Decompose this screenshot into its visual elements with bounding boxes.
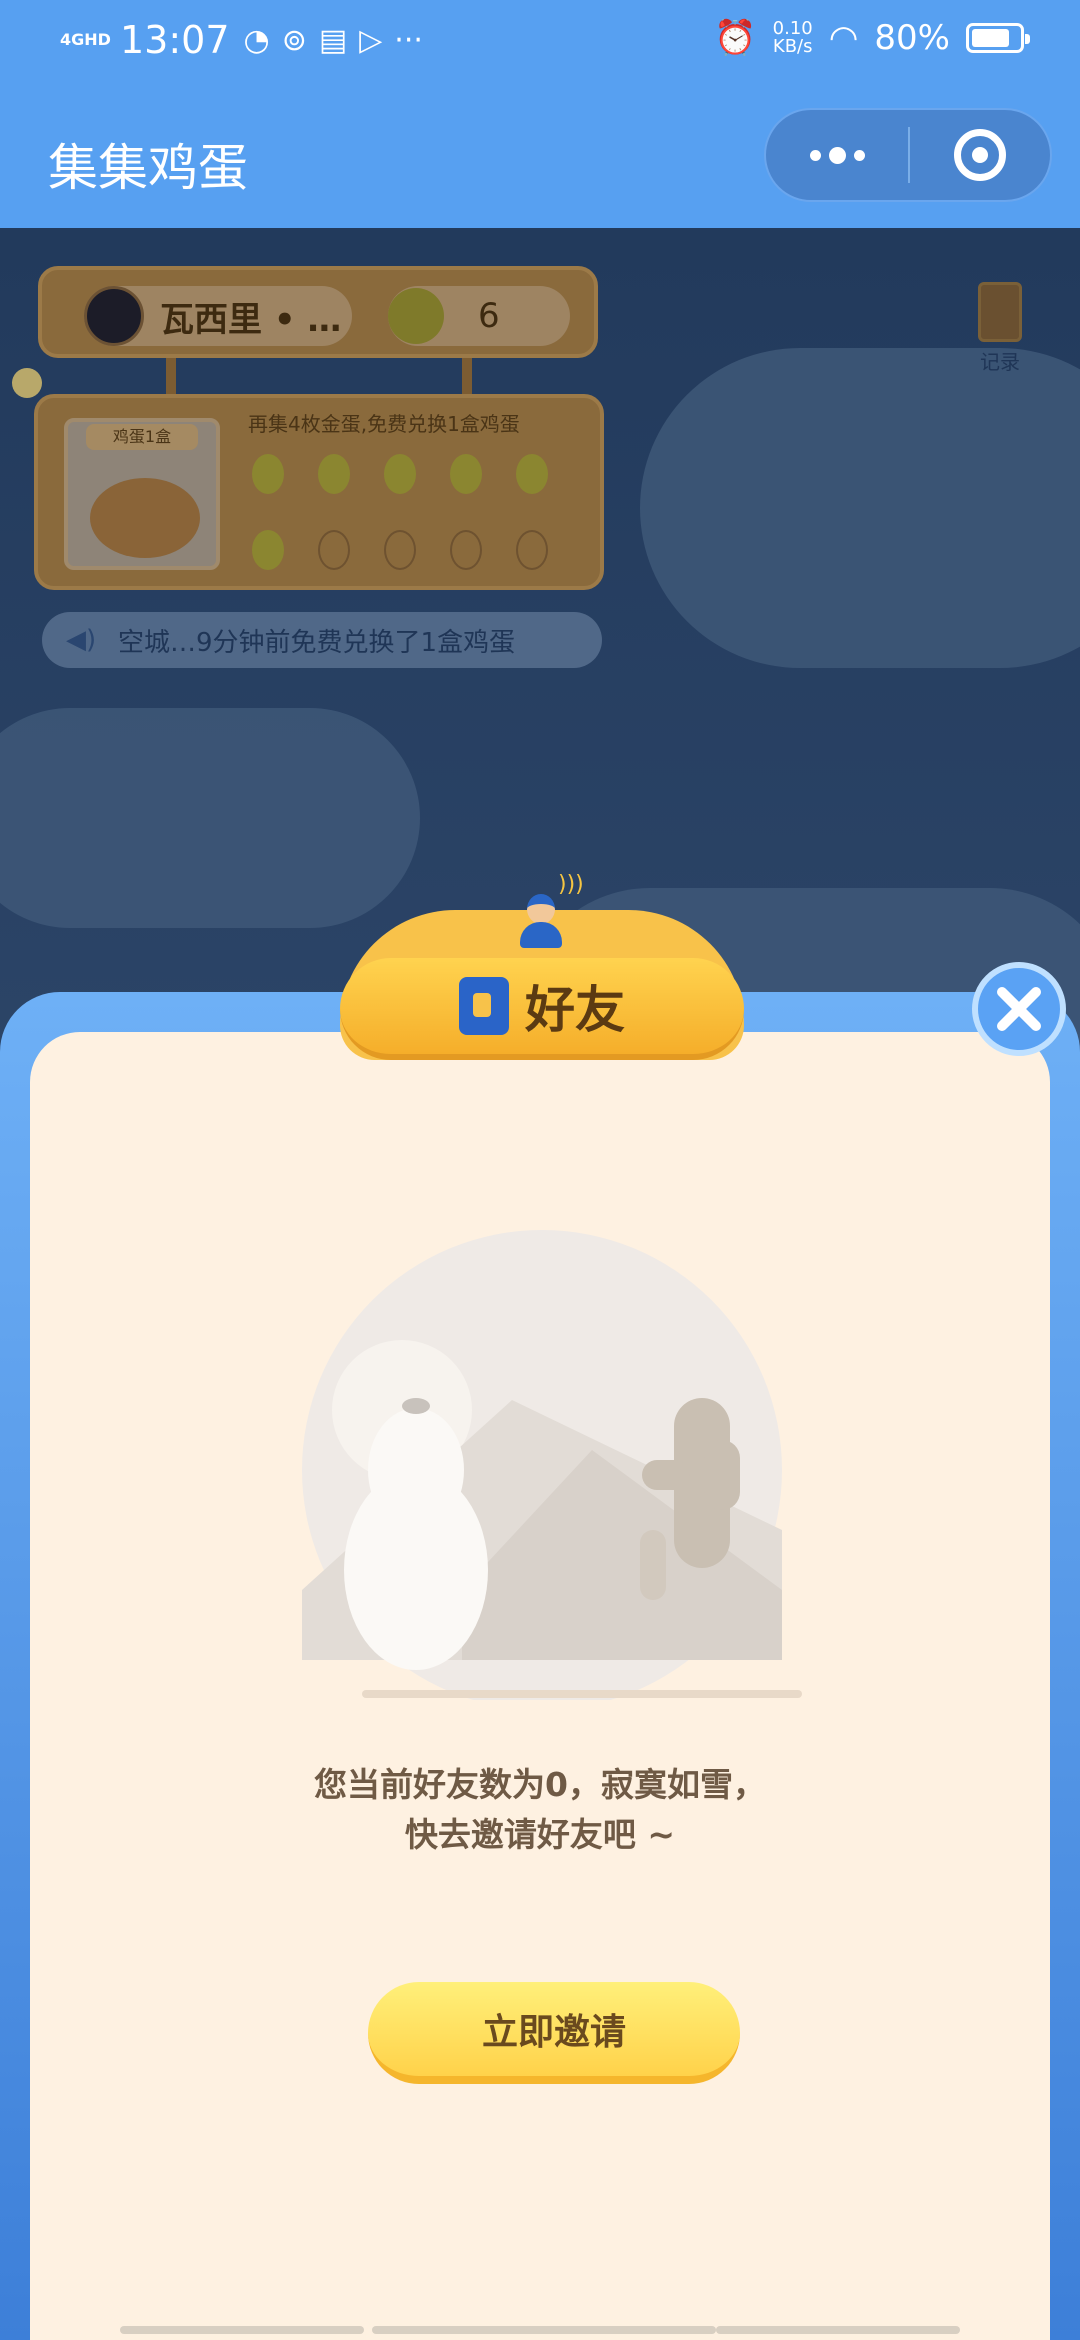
egg-slot	[516, 454, 548, 494]
egg-slot	[252, 530, 284, 570]
egg-card-label: 鸡蛋1盒	[86, 424, 198, 450]
record-label: 记录	[980, 350, 1020, 374]
invite-button[interactable]: 立即邀请	[368, 1982, 740, 2084]
clipboard-icon	[978, 282, 1022, 342]
speaker-icon: ◀)	[66, 625, 97, 655]
title-bar: 集集鸡蛋	[0, 84, 1080, 228]
username: 瓦西里 • …	[160, 299, 342, 340]
egg-slot	[516, 530, 548, 570]
user-board: 瓦西里 • … 6	[38, 266, 598, 358]
modal-header: 好友	[340, 958, 744, 1060]
address-book-icon	[459, 977, 509, 1035]
status-time: 13:07	[120, 18, 230, 62]
egg-tip: 再集4枚金蛋,免费兑换1盒鸡蛋	[248, 412, 520, 436]
bottom-divider	[372, 2326, 716, 2334]
modal-title: 好友	[525, 981, 625, 1039]
battery-icon	[966, 23, 1030, 53]
chat-notification-icon: ◔	[243, 22, 270, 58]
close-icon	[997, 987, 1041, 1031]
capsule-menu	[764, 108, 1052, 202]
egg-slot	[384, 530, 416, 570]
empty-friends-illustration	[302, 1230, 802, 1700]
user-pill[interactable]: 瓦西里 • …	[84, 286, 352, 346]
flower-icon	[12, 368, 42, 398]
more-dot-icon	[853, 149, 865, 161]
battery-percent: 80%	[874, 18, 950, 58]
target-icon	[953, 129, 1006, 181]
golden-egg-icon	[388, 288, 444, 344]
ticker-text: 空城…9分钟前免费兑换了1盒鸡蛋	[118, 627, 516, 658]
close-button[interactable]	[972, 962, 1066, 1056]
cloud	[640, 348, 1080, 668]
battery-fill	[972, 29, 1009, 47]
signal-icon: 4GHD	[60, 30, 111, 49]
egg-slot	[252, 454, 284, 494]
pay-notification-icon: ▤	[318, 22, 348, 58]
record-button[interactable]: 记录	[960, 282, 1040, 375]
wifi-icon: ◠	[828, 18, 859, 58]
bottom-divider	[120, 2326, 364, 2334]
bottom-divider	[716, 2326, 960, 2334]
eggs-image	[90, 478, 200, 558]
coin-count: 6	[478, 296, 500, 336]
friend-avatar-icon	[516, 894, 566, 950]
egg-progress-board: 鸡蛋1盒 再集4枚金蛋,免费兑换1盒鸡蛋	[34, 394, 604, 590]
cloud	[0, 708, 420, 928]
egg-box-card[interactable]: 鸡蛋1盒	[64, 418, 220, 570]
empty-message: 您当前好友数为0，寂寞如雪， 快去邀请好友吧 ~	[314, 1765, 766, 1854]
coin-pill: 6	[388, 286, 570, 346]
more-dot-icon	[809, 149, 821, 161]
net-speed: 0.10 KB/s	[772, 18, 813, 57]
more-notifications-icon: ···	[394, 22, 423, 58]
avatar	[84, 286, 144, 346]
app-title: 集集鸡蛋	[48, 139, 248, 197]
more-dot-icon	[828, 146, 846, 164]
exit-miniprogram-button[interactable]	[910, 110, 1050, 200]
exchange-ticker: ◀) 空城…9分钟前免费兑换了1盒鸡蛋	[42, 612, 602, 668]
egg-slot	[384, 454, 416, 494]
egg-slot	[450, 454, 482, 494]
more-button[interactable]	[766, 110, 908, 200]
status-bar: 4GHD 13:07 ◔ ⊚ ▤ ▷ ··· ⏰ 0.10 KB/s ◠ 80%	[0, 0, 1080, 84]
egg-slot	[450, 530, 482, 570]
egg-slot	[318, 530, 350, 570]
egg-slot	[318, 454, 350, 494]
video-notification-icon: ▷	[359, 22, 383, 58]
alarm-icon: ⏰	[714, 18, 757, 58]
app-notification-icon: ⊚	[281, 22, 307, 58]
